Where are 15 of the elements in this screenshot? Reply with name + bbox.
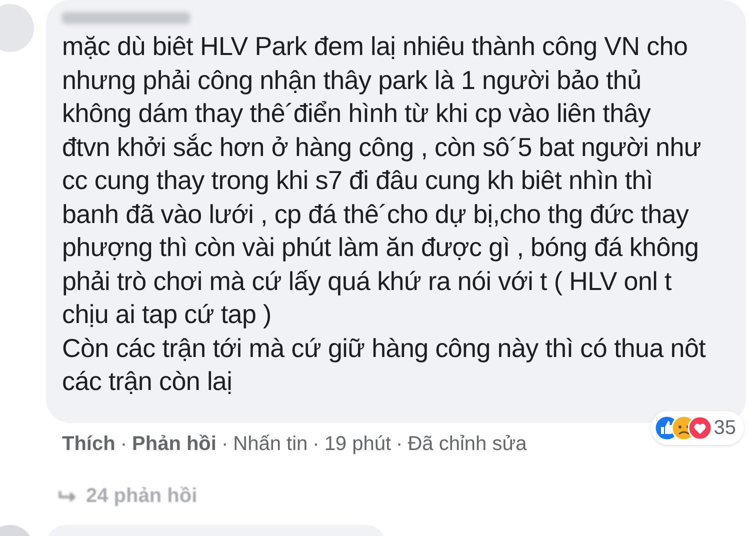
comment-text: mặc dù biêt HLV Park đem laị nhiêu thành công VN cho nhưng phải công nhận thây park là 1 người bảo thủ không dám thay thê´điển hình từ khi cp vào liên thây đtvn khởi sắc hơn ở hàng công , còn sô´5 bat người như cc cung thay trong khi s7 đi đâu cung kh biêt nhìn thì banh đã vào lưới , cp đá thê´cho dự bị,cho thg đức thay phượng thì còn vài phút làm ăn được gì , bóng đá không phải trò chơi mà cứ lấy quá khứ ra nói với t ( HLV onl t chịu ai tap cứ tap ) Còn các trận tới mà cứ giữ hàng công này thì có thua nôt các trận còn laị <box>62 30 707 398</box>
separator-dot: · <box>312 432 320 456</box>
reply-arrow-icon <box>58 488 78 502</box>
reaction-icons <box>654 414 712 440</box>
separator-dot: · <box>120 432 128 456</box>
comment-meta: Đã chỉnh sửa <box>408 432 527 456</box>
separator-dot: · <box>221 432 228 456</box>
action-link[interactable]: Thích <box>62 428 116 458</box>
comment-meta: 19 phút <box>324 432 392 456</box>
reaction-count: 35 <box>714 416 736 440</box>
comment-meta: Nhấn tin <box>233 432 308 456</box>
avatar[interactable] <box>0 4 34 52</box>
separator-dot: · <box>396 432 403 456</box>
action-link[interactable]: Phản hồi <box>132 428 216 458</box>
reaction-summary[interactable]: 35 <box>650 410 744 444</box>
